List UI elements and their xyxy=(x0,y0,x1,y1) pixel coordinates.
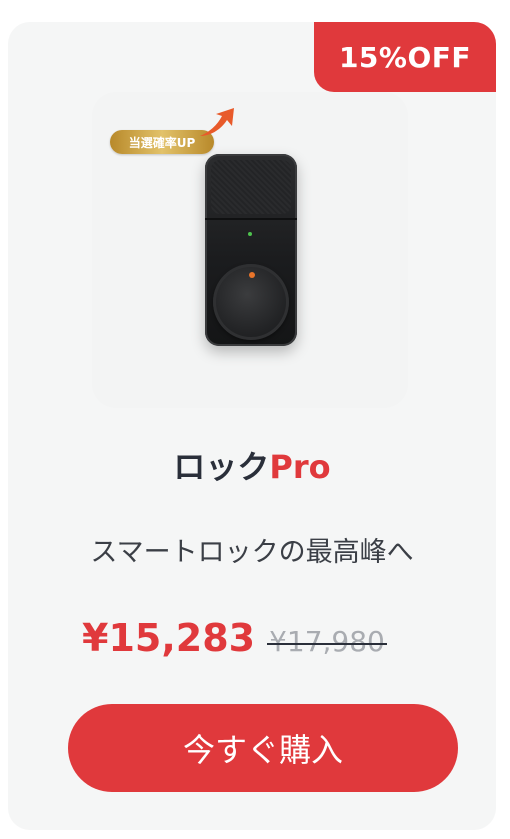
knob-indicator-dot xyxy=(249,272,255,278)
smart-lock-device-image xyxy=(205,154,297,346)
product-title: ロックPro xyxy=(8,442,496,488)
product-image[interactable]: 当選確率UP xyxy=(92,92,408,408)
product-subtitle: スマートロックの最高峰へ xyxy=(90,537,414,568)
status-led xyxy=(248,232,252,236)
product-card[interactable]: 15%OFF 当選確率UP ロックPro スマートロックの最高峰へ ¥15,28… xyxy=(8,22,496,830)
lock-seam xyxy=(205,218,297,220)
arrow-up-right-icon xyxy=(200,108,234,136)
product-title-main: ロック xyxy=(173,448,270,486)
promo-tag-label: 当選確率UP xyxy=(128,135,196,150)
sale-price: ¥15,283 xyxy=(82,616,256,660)
lock-knob xyxy=(213,264,289,340)
price-row: ¥15,283 ¥17,980 xyxy=(82,616,387,660)
lock-top-panel xyxy=(211,160,291,214)
buy-now-label: 今すぐ購入 xyxy=(182,731,343,769)
buy-now-button[interactable]: 今すぐ購入 xyxy=(68,704,458,792)
discount-badge: 15%OFF xyxy=(314,22,496,92)
product-title-accent: Pro xyxy=(269,448,331,486)
discount-label: 15%OFF xyxy=(338,40,472,74)
original-price: ¥17,980 xyxy=(267,625,387,658)
